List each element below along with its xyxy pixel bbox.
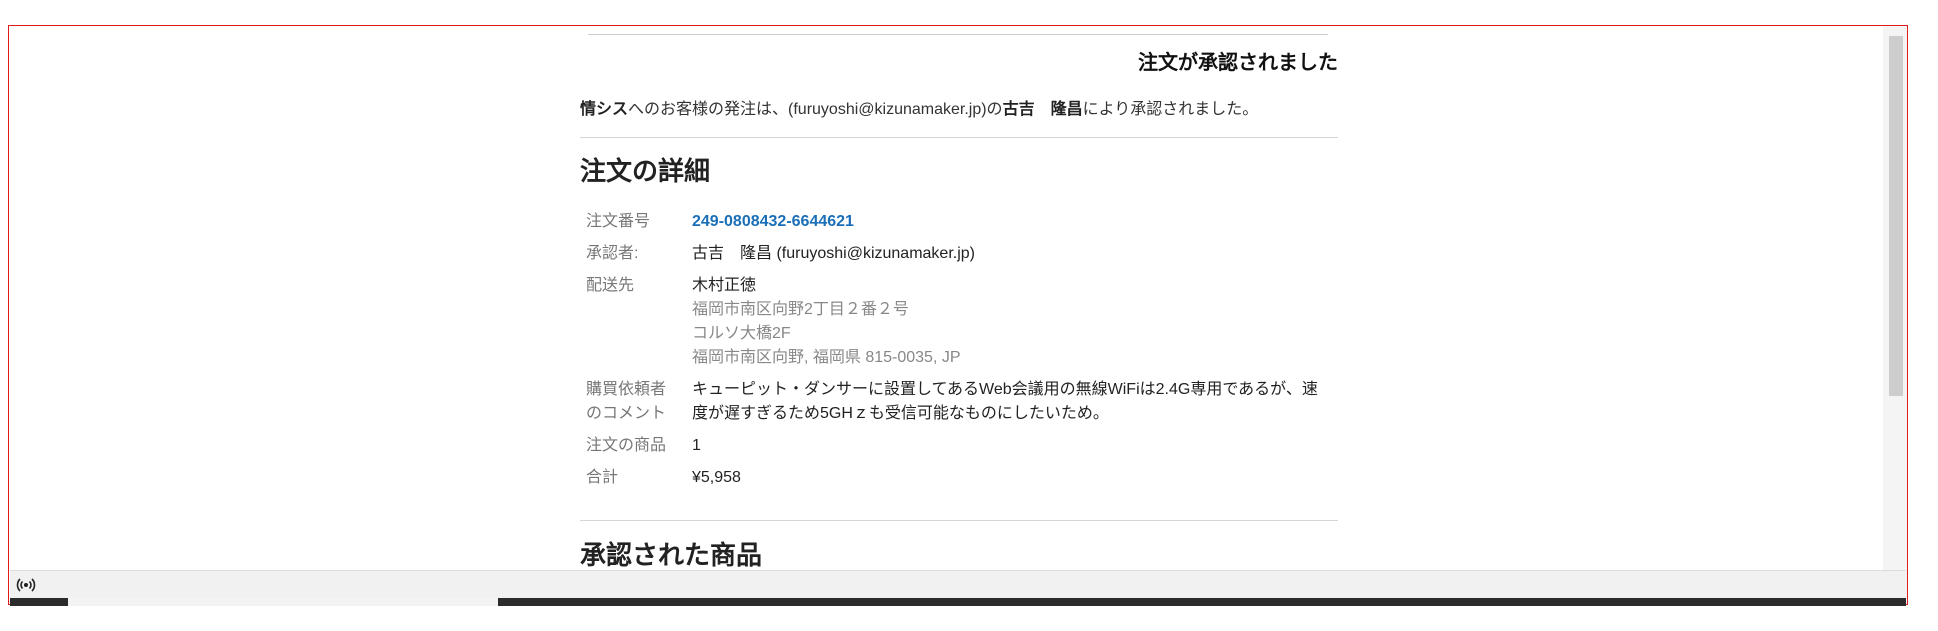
message-text-2: により承認されました。	[1082, 101, 1259, 118]
comment-row: 購買依頼者のコメント キューピット・ダンサーに設置してあるWeb会議用の無線Wi…	[580, 374, 1338, 430]
email-content: 注文が承認されました 情シスへのお客様の発注は、(furuyoshi@kizun…	[580, 40, 1338, 572]
message-text-1: へのお客様の発注は、(furuyoshi@kizunamaker.jp)の	[628, 101, 1003, 118]
total-row: 合計 ¥5,958	[580, 462, 1338, 494]
taskbar-segment	[68, 598, 498, 606]
approved-items-heading: 承認された商品	[580, 540, 763, 570]
top-divider	[588, 34, 1328, 35]
order-number-row: 注文番号 249-0808432-6644621	[580, 206, 1338, 238]
organization-name: 情シス	[580, 101, 629, 118]
total-label: 合計	[586, 469, 619, 486]
ship-address-line-1: 福岡市南区向野2丁目２番２号	[692, 301, 909, 318]
comment-label: 購買依頼者のコメント	[586, 381, 667, 422]
order-number-link[interactable]: 249-0808432-6644621	[692, 213, 854, 230]
order-details-heading: 注文の詳細	[580, 156, 711, 186]
approver-label: 承認者:	[586, 245, 639, 262]
total-value: ¥5,958	[692, 469, 741, 486]
approval-message: 情シスへのお客様の発注は、(furuyoshi@kizunamaker.jp)の…	[580, 95, 1338, 119]
approver-value: 古吉 隆昌 (furuyoshi@kizunamaker.jp)	[692, 245, 975, 262]
ship-to-label: 配送先	[586, 277, 635, 294]
status-bar	[10, 570, 1906, 599]
ship-to-row: 配送先 木村正徳 福岡市南区向野2丁目２番２号 コルソ大橋2F 福岡市南区向野,…	[580, 270, 1338, 374]
section-divider	[580, 137, 1338, 138]
ship-address-line-3: 福岡市南区向野, 福岡県 815-0035, JP	[692, 349, 961, 366]
comment-value: キューピット・ダンサーに設置してあるWeb会議用の無線WiFiは2.4G専用であ…	[692, 381, 1318, 422]
scrollbar-thumb[interactable]	[1889, 36, 1903, 396]
section-divider-2	[580, 520, 1338, 521]
approver-row: 承認者: 古吉 隆昌 (furuyoshi@kizunamaker.jp)	[580, 238, 1338, 270]
order-number-label: 注文番号	[586, 213, 651, 230]
order-details-table: 注文番号 249-0808432-6644621 承認者: 古吉 隆昌 (fur…	[580, 206, 1338, 494]
taskbar	[10, 598, 1906, 606]
items-row: 注文の商品 1	[580, 430, 1338, 462]
items-value: 1	[692, 437, 701, 454]
page-title: 注文が承認されました	[1138, 52, 1338, 74]
broadcast-icon[interactable]	[16, 576, 36, 594]
ship-address-line-2: コルソ大橋2F	[692, 325, 791, 342]
ship-name: 木村正徳	[692, 277, 757, 294]
approver-name: 古吉 隆昌	[1002, 101, 1083, 118]
items-label: 注文の商品	[586, 437, 667, 454]
vertical-scrollbar[interactable]: ⌄	[1883, 26, 1907, 604]
